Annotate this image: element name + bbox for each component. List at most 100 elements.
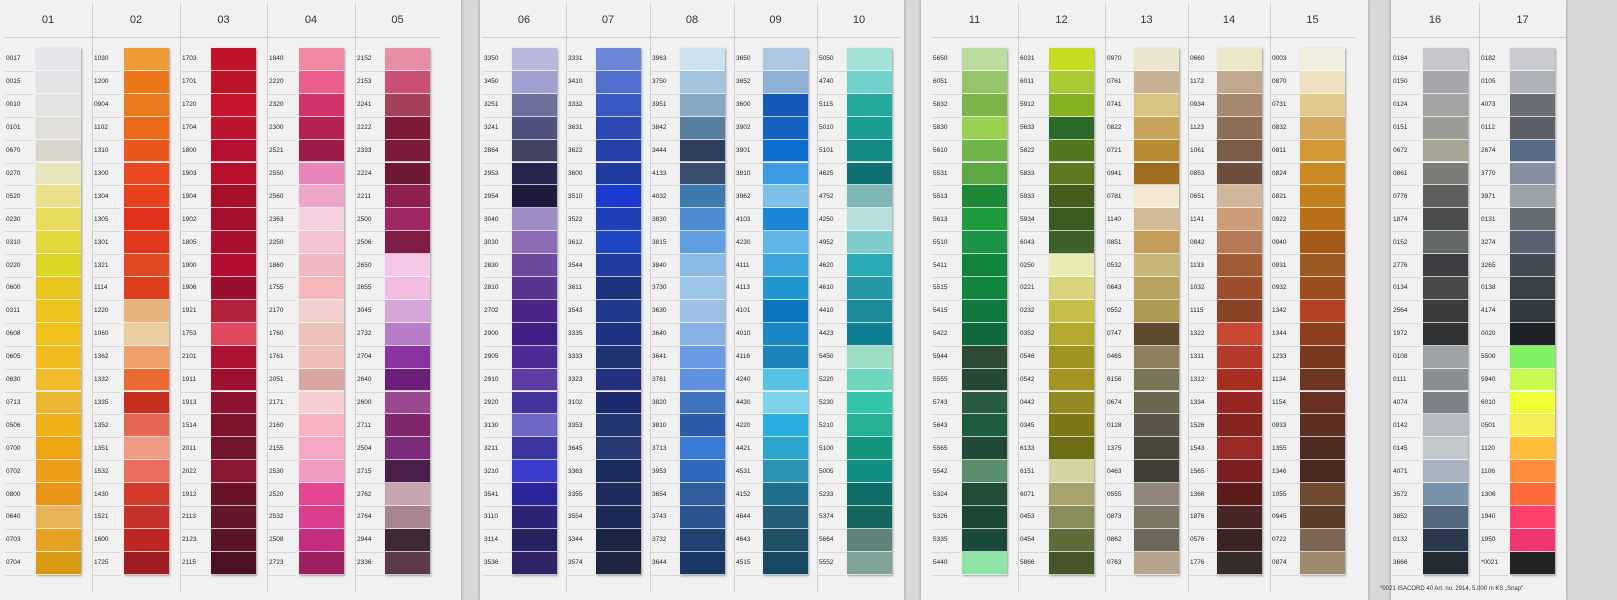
- code-divider: [356, 277, 384, 278]
- shade-code: 0870: [1272, 78, 1287, 86]
- code-divider: [1189, 574, 1217, 576]
- column-number: 15: [1270, 3, 1355, 38]
- code-divider: [735, 460, 763, 462]
- code-divider: [1189, 185, 1217, 187]
- thread-swatch: [211, 139, 256, 163]
- code-divider: [1271, 483, 1299, 485]
- thread-swatch: [298, 254, 344, 277]
- thread-swatch: [962, 437, 1007, 461]
- code-divider: [356, 139, 384, 141]
- shade-code: 5531: [933, 169, 948, 177]
- shade-code: 2336: [357, 559, 372, 567]
- thread-swatch: [962, 277, 1007, 300]
- code-divider: [651, 574, 679, 576]
- thread-swatch: [679, 254, 725, 277]
- code-divider: [1106, 528, 1134, 530]
- code-divider: [1019, 528, 1047, 530]
- thread-swatch: [1422, 414, 1468, 438]
- code-divider: [1189, 391, 1217, 393]
- code-divider: [818, 185, 846, 187]
- shade-code: 3536: [484, 559, 499, 567]
- code-divider: [1480, 277, 1508, 278]
- code-divider: [567, 277, 595, 278]
- code-divider: [181, 70, 209, 72]
- code-divider: [1480, 414, 1508, 416]
- thread-swatch: [1300, 208, 1345, 232]
- thread-swatch: [298, 277, 344, 300]
- thread-strip: [962, 48, 1007, 575]
- thread-swatch: [35, 528, 81, 552]
- thread-swatch: [211, 368, 256, 392]
- shade-code: 4174: [1481, 307, 1496, 315]
- thread-swatch: [595, 551, 641, 575]
- code-divider: [93, 414, 121, 416]
- thread-swatch: [385, 437, 430, 461]
- code-divider: [735, 528, 763, 530]
- thread-swatch: [1049, 483, 1094, 506]
- thread-swatch: [1422, 277, 1468, 300]
- thread-swatch: [1510, 345, 1555, 369]
- shade-code: 0640: [6, 513, 21, 521]
- code-divider: [735, 437, 763, 439]
- code-divider: [1106, 70, 1134, 72]
- thread-swatch: [35, 208, 81, 232]
- thread-swatch: [298, 116, 344, 140]
- shade-code: 4152: [736, 490, 751, 498]
- code-divider: [818, 231, 846, 233]
- shade-code: 4610: [819, 284, 834, 292]
- shade-card-4: 16 0184 0150 0124 0151 0672 0861 0776 1874 0152 27…: [1391, 0, 1566, 600]
- thread-swatch: [1049, 231, 1094, 255]
- shade-code: 1874: [1393, 215, 1408, 223]
- shade-code: 0150: [1393, 78, 1408, 86]
- code-divider: [1189, 162, 1217, 164]
- column-number: 16: [1391, 3, 1479, 38]
- thread-swatch: [35, 185, 81, 209]
- thread-swatch: [1049, 551, 1094, 575]
- shade-code: 1102: [94, 124, 108, 132]
- code-divider: [1480, 528, 1508, 530]
- code-divider: [932, 93, 960, 95]
- thread-swatch: [385, 48, 430, 71]
- code-divider: [932, 277, 960, 278]
- shade-code: 0873: [1107, 513, 1122, 521]
- thread-swatch: [1510, 185, 1555, 209]
- column-number: 02: [92, 3, 180, 38]
- thread-swatch: [1216, 48, 1262, 71]
- shade-code: 1912: [182, 490, 197, 498]
- code-divider: [1106, 506, 1134, 507]
- shade-code: 2776: [1393, 261, 1408, 269]
- code-divider: [1271, 70, 1299, 72]
- code-divider: [932, 483, 960, 485]
- code-divider: [483, 368, 511, 370]
- shade-code: 2711: [357, 421, 371, 429]
- code-divider: [93, 162, 121, 164]
- thread-swatch: [35, 368, 81, 392]
- shade-code: 2222: [357, 124, 372, 132]
- shade-code: 4240: [736, 376, 751, 384]
- thread-swatch: [962, 139, 1007, 163]
- code-divider: [818, 70, 846, 72]
- thread-strip: [35, 48, 81, 575]
- code-divider: [5, 116, 33, 118]
- code-divider: [5, 414, 33, 416]
- code-divider: [483, 391, 511, 393]
- thread-swatch: [1049, 254, 1094, 277]
- code-divider: [818, 391, 846, 393]
- shade-code: 5565: [933, 444, 948, 452]
- shade-code: 1304: [94, 192, 109, 200]
- thread-swatch: [511, 437, 557, 461]
- code-divider: [1480, 345, 1508, 347]
- shade-code: 2900: [484, 330, 499, 338]
- code-divider: [181, 93, 209, 95]
- thread-swatch: [123, 368, 169, 392]
- code-divider: [932, 414, 960, 416]
- thread-swatch: [1049, 322, 1094, 346]
- thread-swatch: [298, 345, 344, 369]
- code-divider: [1271, 299, 1299, 301]
- thread-swatch: [1216, 231, 1262, 255]
- thread-swatch: [511, 254, 557, 277]
- thread-swatch: [679, 506, 725, 529]
- thread-swatch: [511, 368, 557, 392]
- shade-code: 5944: [933, 353, 948, 361]
- shade-code: 1805: [182, 238, 197, 246]
